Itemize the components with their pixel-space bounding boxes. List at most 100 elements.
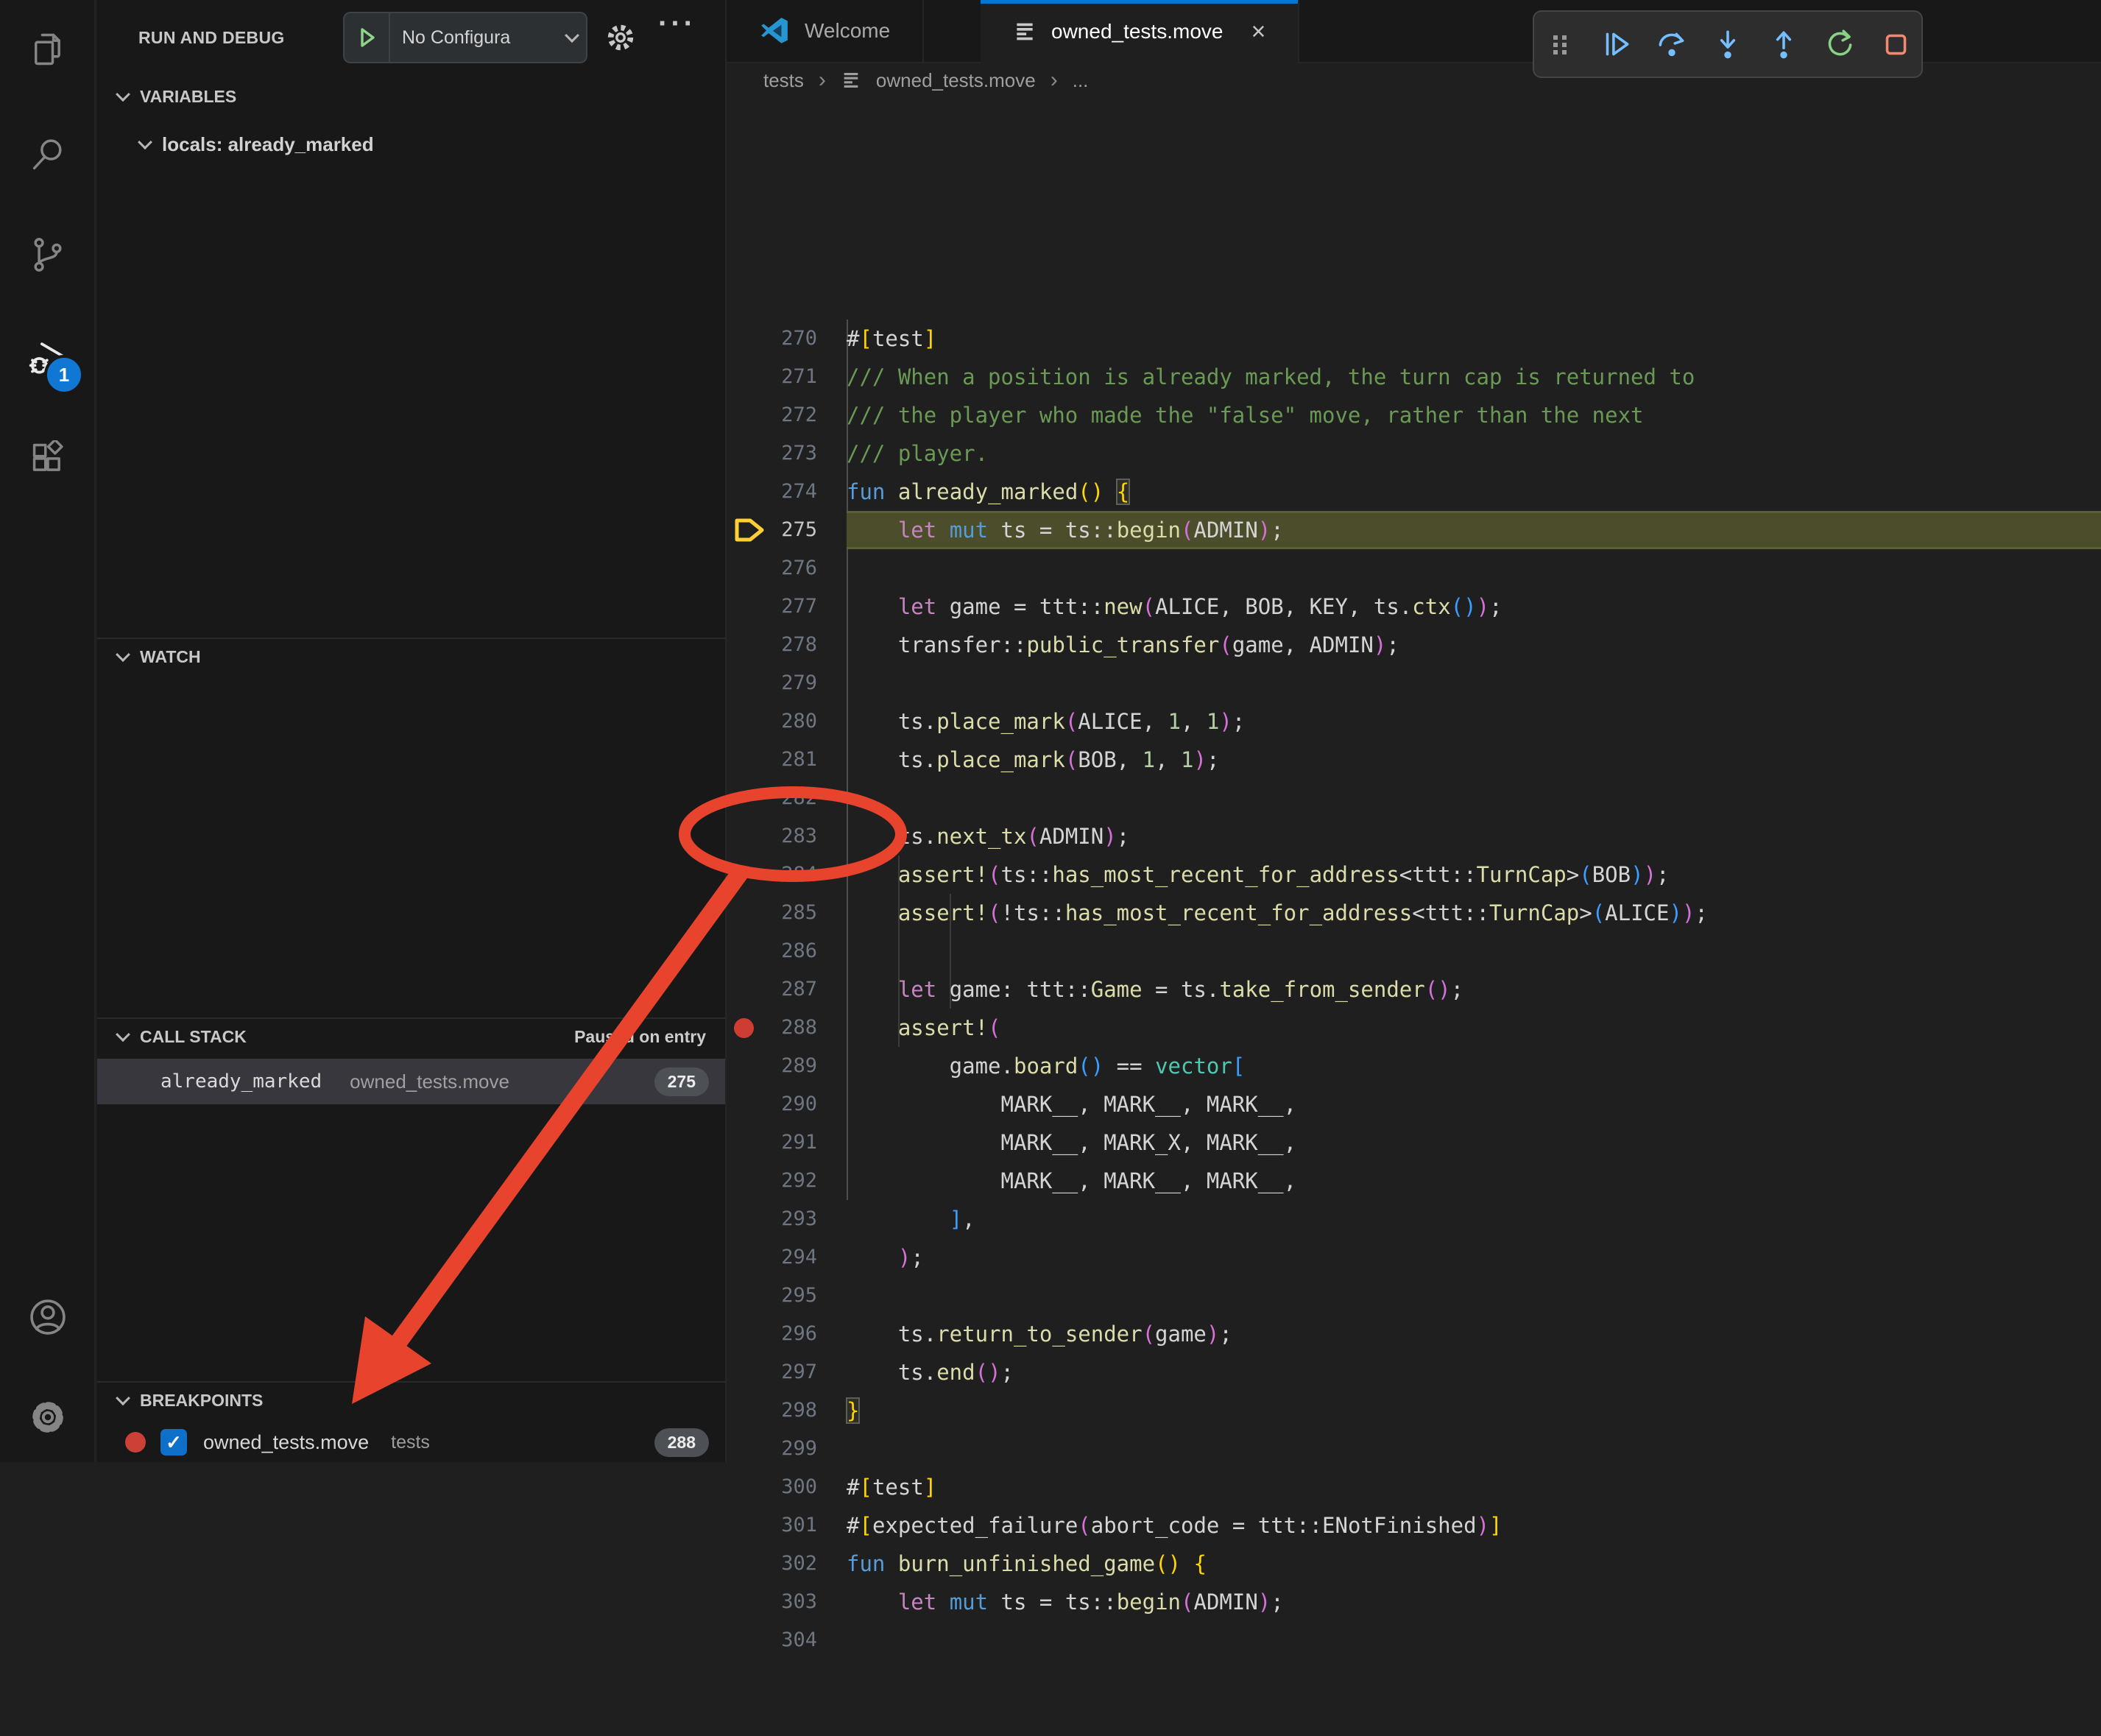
line-number[interactable]: 292: [727, 1162, 847, 1200]
code-line[interactable]: 297 ts.end();: [727, 1353, 2101, 1391]
line-number[interactable]: 270: [727, 320, 847, 358]
tab-owned-tests-move[interactable]: owned_tests.move ×: [981, 0, 1299, 63]
code-line[interactable]: 273/// player.: [727, 434, 2101, 473]
code-line[interactable]: 286: [727, 932, 2101, 970]
line-number[interactable]: 302: [727, 1545, 847, 1583]
code-line[interactable]: 289 game.board() == vector[: [727, 1047, 2101, 1085]
line-number[interactable]: 279: [727, 664, 847, 702]
breakpoints-section-header[interactable]: BREAKPOINTS: [97, 1381, 725, 1418]
code-line[interactable]: 282: [727, 779, 2101, 817]
variables-scope-row[interactable]: locals: already_marked: [97, 124, 725, 165]
code-line[interactable]: 290 MARK__, MARK__, MARK__,: [727, 1085, 2101, 1123]
line-number[interactable]: 288: [727, 1009, 847, 1047]
extensions-icon[interactable]: [0, 419, 96, 500]
tab-welcome[interactable]: Welcome: [727, 0, 924, 62]
line-number[interactable]: 285: [727, 894, 847, 932]
line-number[interactable]: 272: [727, 396, 847, 434]
stop-icon[interactable]: [1878, 27, 1913, 62]
code-line[interactable]: 275 let mut ts = ts::begin(ADMIN);: [727, 511, 2101, 549]
line-number[interactable]: 284: [727, 855, 847, 894]
code-line[interactable]: 299: [727, 1430, 2101, 1468]
code-line[interactable]: 283 ts.next_tx(ADMIN);: [727, 817, 2101, 855]
code-line[interactable]: 294 );: [727, 1238, 2101, 1277]
search-icon[interactable]: [0, 113, 96, 194]
code-line[interactable]: 300#[test]: [727, 1468, 2101, 1506]
line-number[interactable]: 281: [727, 741, 847, 779]
continue-icon[interactable]: [1598, 27, 1634, 62]
line-number[interactable]: 293: [727, 1200, 847, 1238]
code-editor[interactable]: 270#[test]271/// When a position is alre…: [727, 97, 2101, 1462]
code-line[interactable]: 287 let game: ttt::Game = ts.take_from_s…: [727, 970, 2101, 1009]
gear-icon[interactable]: [604, 21, 638, 54]
line-number[interactable]: 299: [727, 1430, 847, 1468]
watch-section-header[interactable]: WATCH: [97, 638, 725, 674]
call-stack-section-header[interactable]: CALL STACK Paused on entry: [97, 1017, 725, 1054]
debug-configuration-dropdown[interactable]: No Configura: [343, 12, 587, 63]
code-line[interactable]: 285 assert!(!ts::has_most_recent_for_add…: [727, 894, 2101, 932]
code-line[interactable]: 302fun burn_unfinished_game() {: [727, 1545, 2101, 1583]
code-line[interactable]: 280 ts.place_mark(ALICE, 1, 1);: [727, 702, 2101, 741]
more-actions-icon[interactable]: ···: [658, 7, 696, 40]
breakpoint-list-item[interactable]: ✓ owned_tests.move tests 288: [97, 1422, 725, 1462]
line-number[interactable]: 282: [727, 779, 847, 817]
code-line[interactable]: 303 let mut ts = ts::begin(ADMIN);: [727, 1583, 2101, 1621]
line-number[interactable]: 273: [727, 434, 847, 473]
drag-grip-icon[interactable]: [1542, 27, 1578, 62]
line-number[interactable]: 289: [727, 1047, 847, 1085]
code-line[interactable]: 277 let game = ttt::new(ALICE, BOB, KEY,…: [727, 588, 2101, 626]
restart-icon[interactable]: [1822, 27, 1857, 62]
line-number[interactable]: 297: [727, 1353, 847, 1391]
line-number[interactable]: 291: [727, 1123, 847, 1162]
step-out-icon[interactable]: [1766, 27, 1801, 62]
line-number[interactable]: 280: [727, 702, 847, 741]
line-number[interactable]: 278: [727, 626, 847, 664]
start-debug-icon[interactable]: [345, 13, 390, 62]
line-number[interactable]: 277: [727, 588, 847, 626]
line-number[interactable]: 290: [727, 1085, 847, 1123]
line-number[interactable]: 283: [727, 817, 847, 855]
code-line[interactable]: 291 MARK__, MARK_X, MARK__,: [727, 1123, 2101, 1162]
line-number[interactable]: 295: [727, 1277, 847, 1315]
close-icon[interactable]: ×: [1251, 19, 1265, 44]
settings-gear-icon[interactable]: [0, 1377, 96, 1458]
variables-section-header[interactable]: VARIABLES: [97, 78, 725, 115]
code-line[interactable]: 271/// When a position is already marked…: [727, 358, 2101, 396]
line-number[interactable]: 301: [727, 1506, 847, 1545]
line-number[interactable]: 275: [727, 511, 847, 549]
line-number[interactable]: 300: [727, 1468, 847, 1506]
code-line[interactable]: 301#[expected_failure(abort_code = ttt::…: [727, 1506, 2101, 1545]
line-number[interactable]: 286: [727, 932, 847, 970]
breadcrumb-file[interactable]: owned_tests.move: [876, 69, 1036, 92]
code-line[interactable]: 292 MARK__, MARK__, MARK__,: [727, 1162, 2101, 1200]
call-stack-frame-row[interactable]: already_marked owned_tests.move 275: [97, 1059, 725, 1104]
code-line[interactable]: 288 assert!(: [727, 1009, 2101, 1047]
code-line[interactable]: 276: [727, 549, 2101, 588]
line-number[interactable]: 276: [727, 549, 847, 588]
code-line[interactable]: 281 ts.place_mark(BOB, 1, 1);: [727, 741, 2101, 779]
code-line[interactable]: 274fun already_marked() {: [727, 473, 2101, 511]
code-line[interactable]: 284 assert!(ts::has_most_recent_for_addr…: [727, 855, 2101, 894]
code-line[interactable]: 270#[test]: [727, 320, 2101, 358]
line-number[interactable]: 294: [727, 1238, 847, 1277]
line-number[interactable]: 274: [727, 473, 847, 511]
code-line[interactable]: 296 ts.return_to_sender(game);: [727, 1315, 2101, 1353]
code-line[interactable]: 279: [727, 664, 2101, 702]
line-number[interactable]: 296: [727, 1315, 847, 1353]
code-line[interactable]: 293 ],: [727, 1200, 2101, 1238]
line-number[interactable]: 271: [727, 358, 847, 396]
account-icon[interactable]: [0, 1277, 96, 1358]
line-number[interactable]: 298: [727, 1391, 847, 1430]
breadcrumb-folder[interactable]: tests: [763, 69, 804, 92]
step-into-icon[interactable]: [1710, 27, 1745, 62]
breakpoint-checkbox[interactable]: ✓: [160, 1429, 187, 1456]
breadcrumb-symbol[interactable]: ...: [1073, 69, 1089, 92]
code-line[interactable]: 272/// the player who made the "false" m…: [727, 396, 2101, 434]
source-control-icon[interactable]: [0, 214, 96, 295]
code-line[interactable]: 295: [727, 1277, 2101, 1315]
code-line[interactable]: 298}: [727, 1391, 2101, 1430]
line-number[interactable]: 287: [727, 970, 847, 1009]
code-line[interactable]: 304: [727, 1621, 2101, 1659]
line-number[interactable]: 303: [727, 1583, 847, 1621]
breakpoint-dot-icon[interactable]: [734, 1018, 754, 1038]
line-number[interactable]: 304: [727, 1621, 847, 1659]
